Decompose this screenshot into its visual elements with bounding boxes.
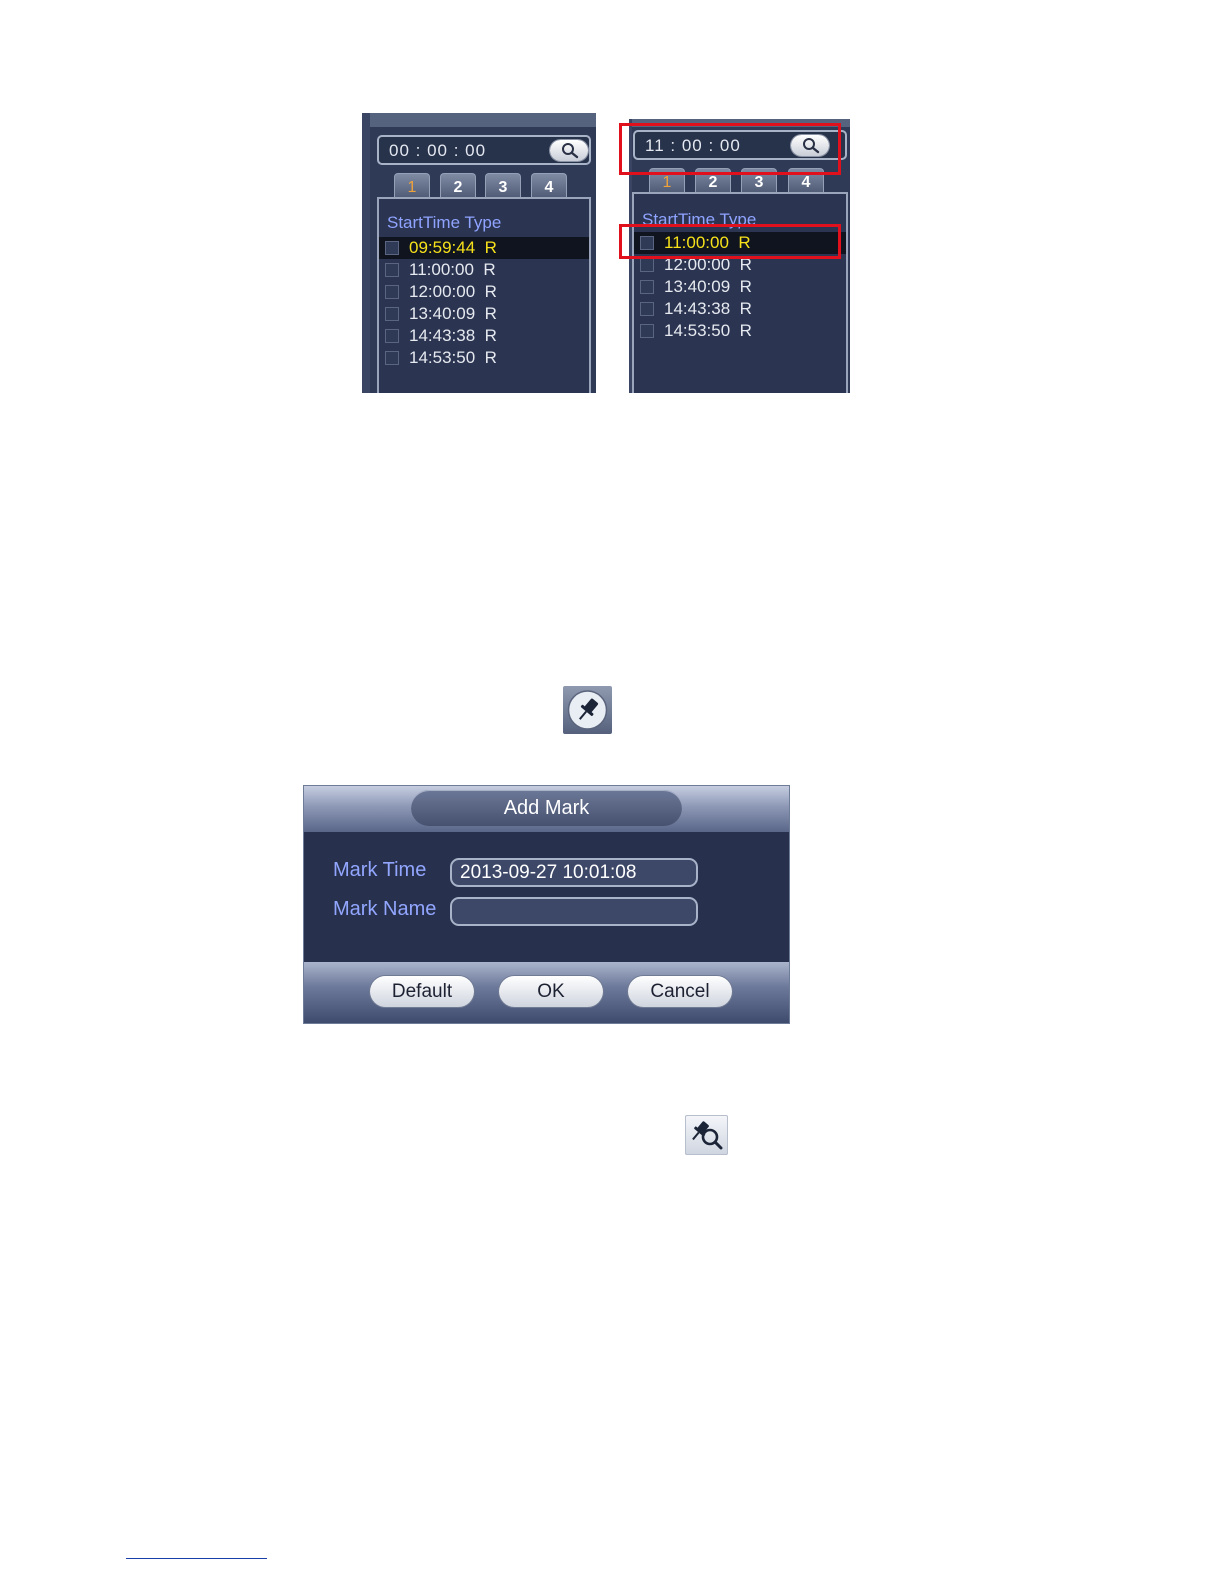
mark-time-field[interactable]: 2013-09-27 10:01:08: [450, 858, 698, 887]
row-text: 14:53:50 R: [409, 348, 497, 367]
row-text: 09:59:44 R: [409, 238, 497, 257]
list-item[interactable]: 09:59:44 R: [379, 237, 589, 259]
panel-left-edge: [362, 113, 370, 393]
mark-time-label: Mark Time: [333, 859, 427, 881]
row-checkbox[interactable]: [385, 351, 399, 365]
list-header: StartTime Type: [387, 213, 502, 232]
list-item[interactable]: 14:43:38 R: [379, 325, 589, 347]
row-text: 11:00:00 R: [409, 260, 496, 279]
pushpin-search-icon[interactable]: [685, 1115, 728, 1155]
tab-channel-3[interactable]: 3: [485, 173, 521, 199]
row-checkbox[interactable]: [640, 258, 654, 272]
row-text: 13:40:09 R: [664, 277, 752, 296]
row-checkbox[interactable]: [385, 329, 399, 343]
default-button[interactable]: Default: [370, 976, 474, 1007]
mark-time-value: 2013-09-27 10:01:08: [460, 862, 637, 883]
dialog-title-pill: Add Mark: [411, 790, 682, 826]
dialog-footer: Default OK Cancel: [304, 962, 789, 1023]
dialog-body: Mark Time 2013-09-27 10:01:08 Mark Name: [304, 832, 789, 962]
left-file-list-panel: 00 : 00 : 00 1 2 3 4 StartTime Type 09:5…: [362, 113, 596, 393]
time-input[interactable]: 00 : 00 : 00: [377, 135, 591, 165]
row-checkbox[interactable]: [385, 241, 399, 255]
row-text: 13:40:09 R: [409, 304, 497, 323]
row-text: 14:43:38 R: [409, 326, 497, 345]
row-checkbox[interactable]: [385, 307, 399, 321]
tab-channel-2[interactable]: 2: [440, 173, 476, 199]
tab-channel-4[interactable]: 4: [531, 173, 567, 199]
row-checkbox[interactable]: [640, 302, 654, 316]
pushpin-search-glyph: [692, 1121, 723, 1150]
list-item[interactable]: 13:40:09 R: [634, 276, 846, 298]
cancel-button[interactable]: Cancel: [628, 976, 732, 1007]
file-list: StartTime Type 09:59:44 R 11:00:00 R 12:…: [377, 197, 591, 393]
add-mark-dialog: Add Mark Mark Time 2013-09-27 10:01:08 M…: [303, 785, 790, 1024]
mark-name-label: Mark Name: [333, 898, 437, 920]
tab-channel-1[interactable]: 1: [394, 173, 430, 199]
dialog-title: Add Mark: [503, 797, 590, 819]
list-item[interactable]: 12:00:00 R: [379, 281, 589, 303]
row-checkbox[interactable]: [385, 263, 399, 277]
list-item[interactable]: 13:40:09 R: [379, 303, 589, 325]
ok-button[interactable]: OK: [499, 976, 603, 1007]
footnote-separator: [126, 1558, 267, 1559]
search-button[interactable]: [550, 140, 588, 161]
list-item[interactable]: 14:43:38 R: [634, 298, 846, 320]
pushpin-glyph: [567, 690, 608, 730]
highlight-time-input: [619, 123, 841, 175]
panel-top-strip: [362, 113, 596, 127]
list-item[interactable]: 14:53:50 R: [634, 320, 846, 342]
mark-name-field[interactable]: [450, 897, 698, 926]
magnifier-icon: [562, 143, 579, 159]
row-text: 12:00:00 R: [409, 282, 497, 301]
row-text: 14:43:38 R: [664, 299, 752, 318]
pushpin-icon[interactable]: [563, 686, 612, 734]
dialog-header: Add Mark: [304, 786, 789, 832]
highlight-selected-row: [619, 224, 841, 259]
row-checkbox[interactable]: [640, 324, 654, 338]
row-checkbox[interactable]: [640, 280, 654, 294]
time-value: 00 : 00 : 00: [389, 141, 487, 160]
list-item[interactable]: 14:53:50 R: [379, 347, 589, 369]
file-list: StartTime Type 11:00:00 R 12:00:00 R 13:…: [632, 192, 848, 393]
list-item[interactable]: 11:00:00 R: [379, 259, 589, 281]
row-checkbox[interactable]: [385, 285, 399, 299]
row-text: 14:53:50 R: [664, 321, 752, 340]
